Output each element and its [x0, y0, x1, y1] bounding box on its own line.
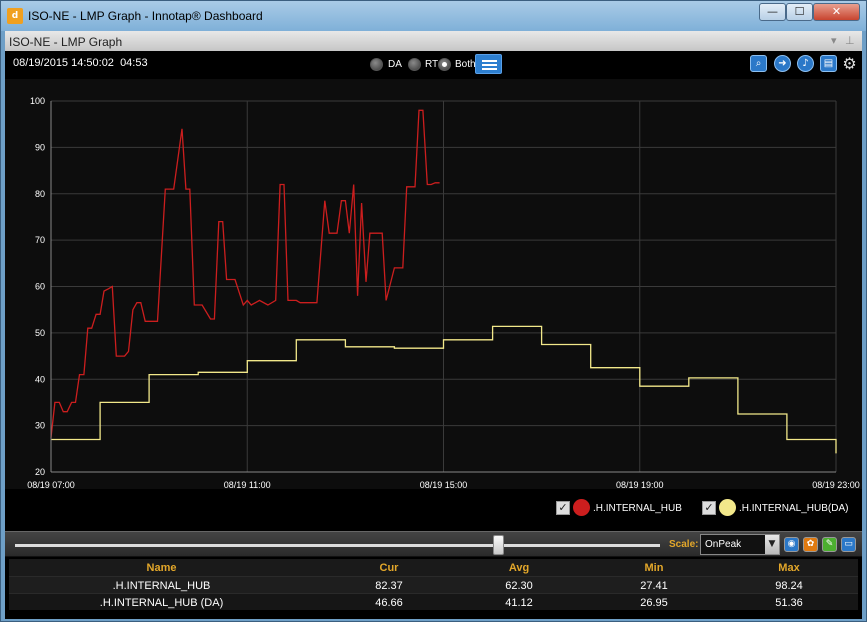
- x-tick-label: 08/19 07:00: [27, 480, 75, 489]
- row-avg: 41.12: [505, 597, 533, 609]
- header-name: Name: [146, 562, 177, 574]
- y-tick-label: 90: [35, 142, 45, 152]
- scale-select[interactable]: OnPeak ▼: [700, 534, 780, 555]
- y-tick-label: 70: [35, 235, 45, 245]
- scale-select-value: OnPeak: [705, 539, 742, 550]
- timestamp-countdown: 04:53: [120, 57, 148, 69]
- x-tick-label: 08/19 19:00: [616, 480, 664, 489]
- mode-radio-both[interactable]: [438, 58, 451, 71]
- legend-color-dot-rt: [573, 499, 590, 516]
- mode-label-rt: RT: [425, 59, 439, 70]
- y-tick-label: 100: [30, 96, 45, 106]
- time-slider-bar: Scale: OnPeak ▼ ◉ ✿ ✎ ▭: [5, 531, 862, 557]
- mode-radio-rt[interactable]: [408, 58, 421, 71]
- stats-header-row: Name Cur Avg Min Max: [9, 559, 858, 576]
- legend-checkbox-rt[interactable]: ✓: [556, 501, 570, 515]
- panel-menu-icon[interactable]: ▾: [831, 34, 837, 47]
- palette-icon[interactable]: ✿: [803, 537, 818, 552]
- row-name: .H.INTERNAL_HUB (DA): [99, 597, 224, 609]
- row-max: 51.36: [775, 597, 803, 609]
- export-icon[interactable]: ▤: [820, 55, 837, 72]
- row-cur: 46.66: [375, 597, 403, 609]
- row-max: 98.24: [775, 580, 803, 592]
- list-icon-line: [482, 68, 497, 70]
- y-tick-label: 20: [35, 467, 45, 477]
- minimize-button[interactable]: —: [759, 3, 786, 21]
- view-icon[interactable]: ◉: [784, 537, 799, 552]
- scale-label: Scale:: [669, 539, 699, 550]
- legend-checkbox-da[interactable]: ✓: [702, 501, 716, 515]
- close-button[interactable]: ✕: [813, 3, 860, 21]
- header-min: Min: [644, 562, 664, 574]
- list-icon-line: [482, 60, 497, 62]
- y-tick-label: 50: [35, 328, 45, 338]
- x-tick-label: 08/19 15:00: [420, 480, 468, 489]
- app-window: d ISO-NE - LMP Graph - Innotap® Dashboar…: [0, 0, 867, 622]
- x-tick-label: 08/19 23:00: [812, 480, 860, 489]
- row-avg: 62.30: [505, 580, 533, 592]
- x-tick-label: 08/19 11:00: [224, 480, 271, 489]
- graph-toolbar: 08/19/2015 14:50:02 04:53 DA RT Both ⌕ ➜…: [5, 51, 862, 79]
- mode-radio-da[interactable]: [370, 58, 383, 71]
- settings-icon[interactable]: ⚙: [841, 55, 858, 72]
- y-tick-label: 30: [35, 421, 45, 431]
- row-cur: 82.37: [375, 580, 403, 592]
- list-view-button[interactable]: [475, 54, 502, 74]
- header-max: Max: [778, 562, 800, 574]
- row-min: 26.95: [640, 597, 668, 609]
- timestamp-datetime: 08/19/2015 14:50:02: [13, 57, 114, 69]
- mode-label-both: Both: [455, 59, 476, 70]
- row-name: .H.INTERNAL_HUB: [112, 580, 211, 592]
- sound-icon[interactable]: ♪: [797, 55, 814, 72]
- stats-table: Name Cur Avg Min Max .H.INTERNAL_HUB 82.…: [9, 559, 858, 610]
- y-tick-label: 60: [35, 282, 45, 292]
- pin-icon[interactable]: ⊥: [845, 34, 855, 47]
- chevron-down-icon[interactable]: ▼: [765, 535, 779, 554]
- zoom-icon[interactable]: ⌕: [750, 55, 767, 72]
- legend-color-dot-da: [719, 499, 736, 516]
- timestamp: 08/19/2015 14:50:02 04:53: [13, 57, 148, 69]
- table-row[interactable]: .H.INTERNAL_HUB (DA) 46.66 41.12 26.95 5…: [9, 593, 858, 610]
- app-logo-icon: d: [7, 8, 23, 24]
- list-icon-line: [482, 64, 497, 66]
- table-row[interactable]: .H.INTERNAL_HUB 82.37 62.30 27.41 98.24: [9, 576, 858, 593]
- legend-label-da: .H.INTERNAL_HUB(DA): [739, 503, 849, 514]
- edit-icon[interactable]: ✎: [822, 537, 837, 552]
- chart-background: [5, 79, 862, 489]
- panel-header: ISO-NE - LMP Graph ▾ ⊥: [5, 31, 862, 51]
- lmp-chart: 20 30 40 50 60 70 80 90 100 08/19 07:00 08/19 11:0…: [5, 79, 862, 489]
- maximize-button[interactable]: ☐: [786, 3, 813, 21]
- window-titlebar[interactable]: d ISO-NE - LMP Graph - Innotap® Dashboar…: [1, 1, 866, 31]
- panel-title: ISO-NE - LMP Graph: [9, 35, 123, 49]
- time-slider-track[interactable]: [15, 544, 660, 547]
- y-tick-label: 40: [35, 374, 45, 384]
- forward-icon[interactable]: ➜: [774, 55, 791, 72]
- header-avg: Avg: [508, 562, 530, 574]
- header-cur: Cur: [379, 562, 399, 574]
- lmp-graph-panel: ISO-NE - LMP Graph ▾ ⊥ 08/19/2015 14:50:…: [5, 31, 862, 619]
- legend-label-rt: .H.INTERNAL_HUB: [593, 503, 682, 514]
- time-slider-thumb[interactable]: [493, 535, 504, 555]
- y-tick-label: 80: [35, 189, 45, 199]
- mode-label-da: DA: [388, 59, 402, 70]
- row-min: 27.41: [640, 580, 668, 592]
- layout-icon[interactable]: ▭: [841, 537, 856, 552]
- window-title: ISO-NE - LMP Graph - Innotap® Dashboard: [28, 9, 263, 23]
